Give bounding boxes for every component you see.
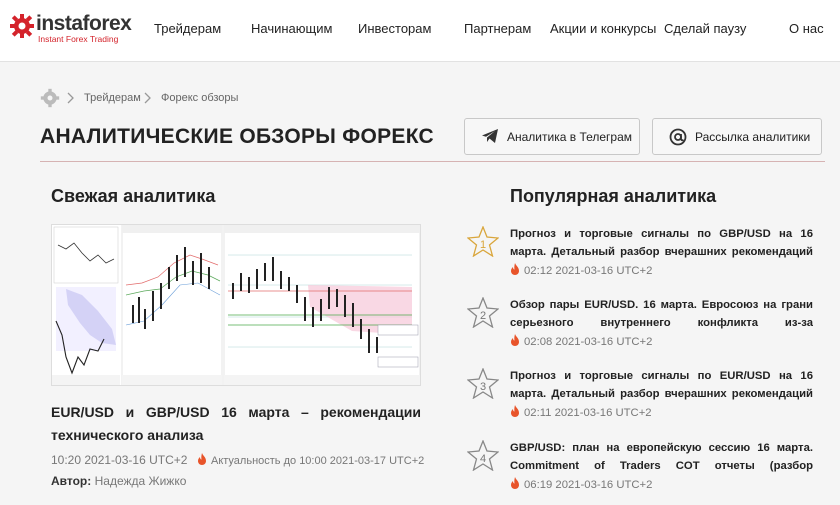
rank-number: 1	[480, 239, 486, 251]
popular-item-date: 06:19 2021-03-16 UTC+2	[510, 477, 652, 491]
rank-star-icon: 4	[467, 440, 499, 471]
breadcrumb-item-traders[interactable]: Трейдерам	[84, 92, 141, 104]
logo-wordmark: instaforex	[36, 12, 132, 35]
flame-icon	[511, 405, 519, 417]
popular-item-date: 02:12 2021-03-16 UTC+2	[510, 263, 652, 277]
flame-icon	[198, 453, 206, 465]
rank-star-gold-icon: 1	[467, 226, 499, 257]
page-title: АНАЛИТИЧЕСКИЕ ОБЗОРЫ ФОРЕКС	[40, 125, 435, 148]
popular-item-2[interactable]: 2 Обзор пары EUR/USD. 16 марта. Евросоюз…	[467, 297, 827, 357]
chevron-right-icon	[67, 92, 74, 104]
rank-number: 4	[480, 453, 486, 465]
telegram-icon	[482, 129, 498, 143]
instaforex-logo[interactable]: instaforex Instant Forex Trading	[10, 12, 135, 48]
flame-icon	[511, 263, 519, 275]
popular-item-title[interactable]: Прогноз и торговые сигналы по GBP/USD на…	[510, 226, 813, 261]
relevance-text: Актуальность до 10:00 2021-03-17 UTC+2	[211, 455, 425, 467]
popular-item-date-text: 02:12 2021-03-16 UTC+2	[524, 265, 653, 277]
nav-item-about[interactable]: О нас	[789, 21, 824, 36]
fresh-article-title-link[interactable]: EUR/USD и GBP/USD 16 марта – рекомендаци…	[51, 401, 421, 447]
analytics-mailing-button[interactable]: Рассылка аналитики	[652, 118, 822, 155]
nav-item-traders[interactable]: Трейдерам	[154, 21, 221, 36]
popular-item-4[interactable]: 4 GBP/USD: план на европейскую сессию 16…	[467, 440, 827, 500]
mailing-button-label: Рассылка аналитики	[695, 130, 811, 144]
flame-icon	[511, 477, 519, 489]
popular-analytics-heading: Популярная аналитика	[510, 186, 717, 206]
at-sign-icon	[669, 128, 687, 146]
popular-item-3[interactable]: 3 Прогноз и торговые сигналы по EUR/USD …	[467, 368, 827, 428]
popular-item-date-text: 02:08 2021-03-16 UTC+2	[524, 336, 653, 348]
fresh-article-date: 10:20 2021-03-16 UTC+2	[51, 453, 188, 467]
author-label: Автор:	[51, 474, 92, 488]
telegram-analytics-button[interactable]: Аналитика в Телеграм	[464, 118, 640, 155]
flame-icon	[511, 334, 519, 346]
forex-charts-thumbnail	[52, 224, 421, 386]
rank-star-icon: 3	[467, 368, 499, 399]
popular-item-date: 02:11 2021-03-16 UTC+2	[510, 405, 652, 419]
home-gear-icon[interactable]	[40, 88, 60, 108]
breadcrumb-item-forex-reviews[interactable]: Форекс обзоры	[161, 92, 238, 104]
chevron-right-icon	[144, 92, 151, 104]
nav-item-investors[interactable]: Инвесторам	[358, 21, 431, 36]
nav-item-promotions[interactable]: Акции и конкурсы	[550, 21, 656, 36]
nav-item-take-a-break[interactable]: Сделай паузу	[664, 21, 746, 36]
rank-number: 3	[480, 381, 486, 393]
logo-gear-icon	[10, 14, 34, 38]
top-navigation-bar: instaforex Instant Forex Trading Трейдер…	[0, 0, 840, 62]
nav-item-partners[interactable]: Партнерам	[464, 21, 531, 36]
rank-star-icon: 2	[467, 297, 499, 328]
fresh-article-author: Автор: Надежда Жижко	[51, 474, 186, 488]
author-name[interactable]: Надежда Жижко	[95, 474, 187, 488]
rank-number: 2	[480, 310, 486, 322]
article-chart-image[interactable]	[51, 224, 421, 386]
popular-item-date-text: 06:19 2021-03-16 UTC+2	[524, 479, 653, 491]
nav-item-beginners[interactable]: Начинающим	[251, 21, 332, 36]
title-divider	[40, 161, 825, 162]
popular-item-date-text: 02:11 2021-03-16 UTC+2	[524, 407, 652, 419]
fresh-analytics-heading: Свежая аналитика	[51, 186, 216, 206]
popular-item-1[interactable]: 1 Прогноз и торговые сигналы по GBP/USD …	[467, 226, 827, 286]
popular-item-title[interactable]: GBP/USD: план на европейскую сессию 16 м…	[510, 440, 813, 475]
logo-tagline: Instant Forex Trading	[38, 34, 119, 44]
fresh-article-relevance: Актуальность до 10:00 2021-03-17 UTC+2	[197, 453, 424, 467]
popular-item-date: 02:08 2021-03-16 UTC+2	[510, 334, 652, 348]
popular-item-title[interactable]: Обзор пары EUR/USD. 16 марта. Евросоюз н…	[510, 297, 813, 332]
popular-item-title[interactable]: Прогноз и торговые сигналы по EUR/USD на…	[510, 368, 813, 403]
telegram-button-label: Аналитика в Телеграм	[507, 130, 633, 144]
